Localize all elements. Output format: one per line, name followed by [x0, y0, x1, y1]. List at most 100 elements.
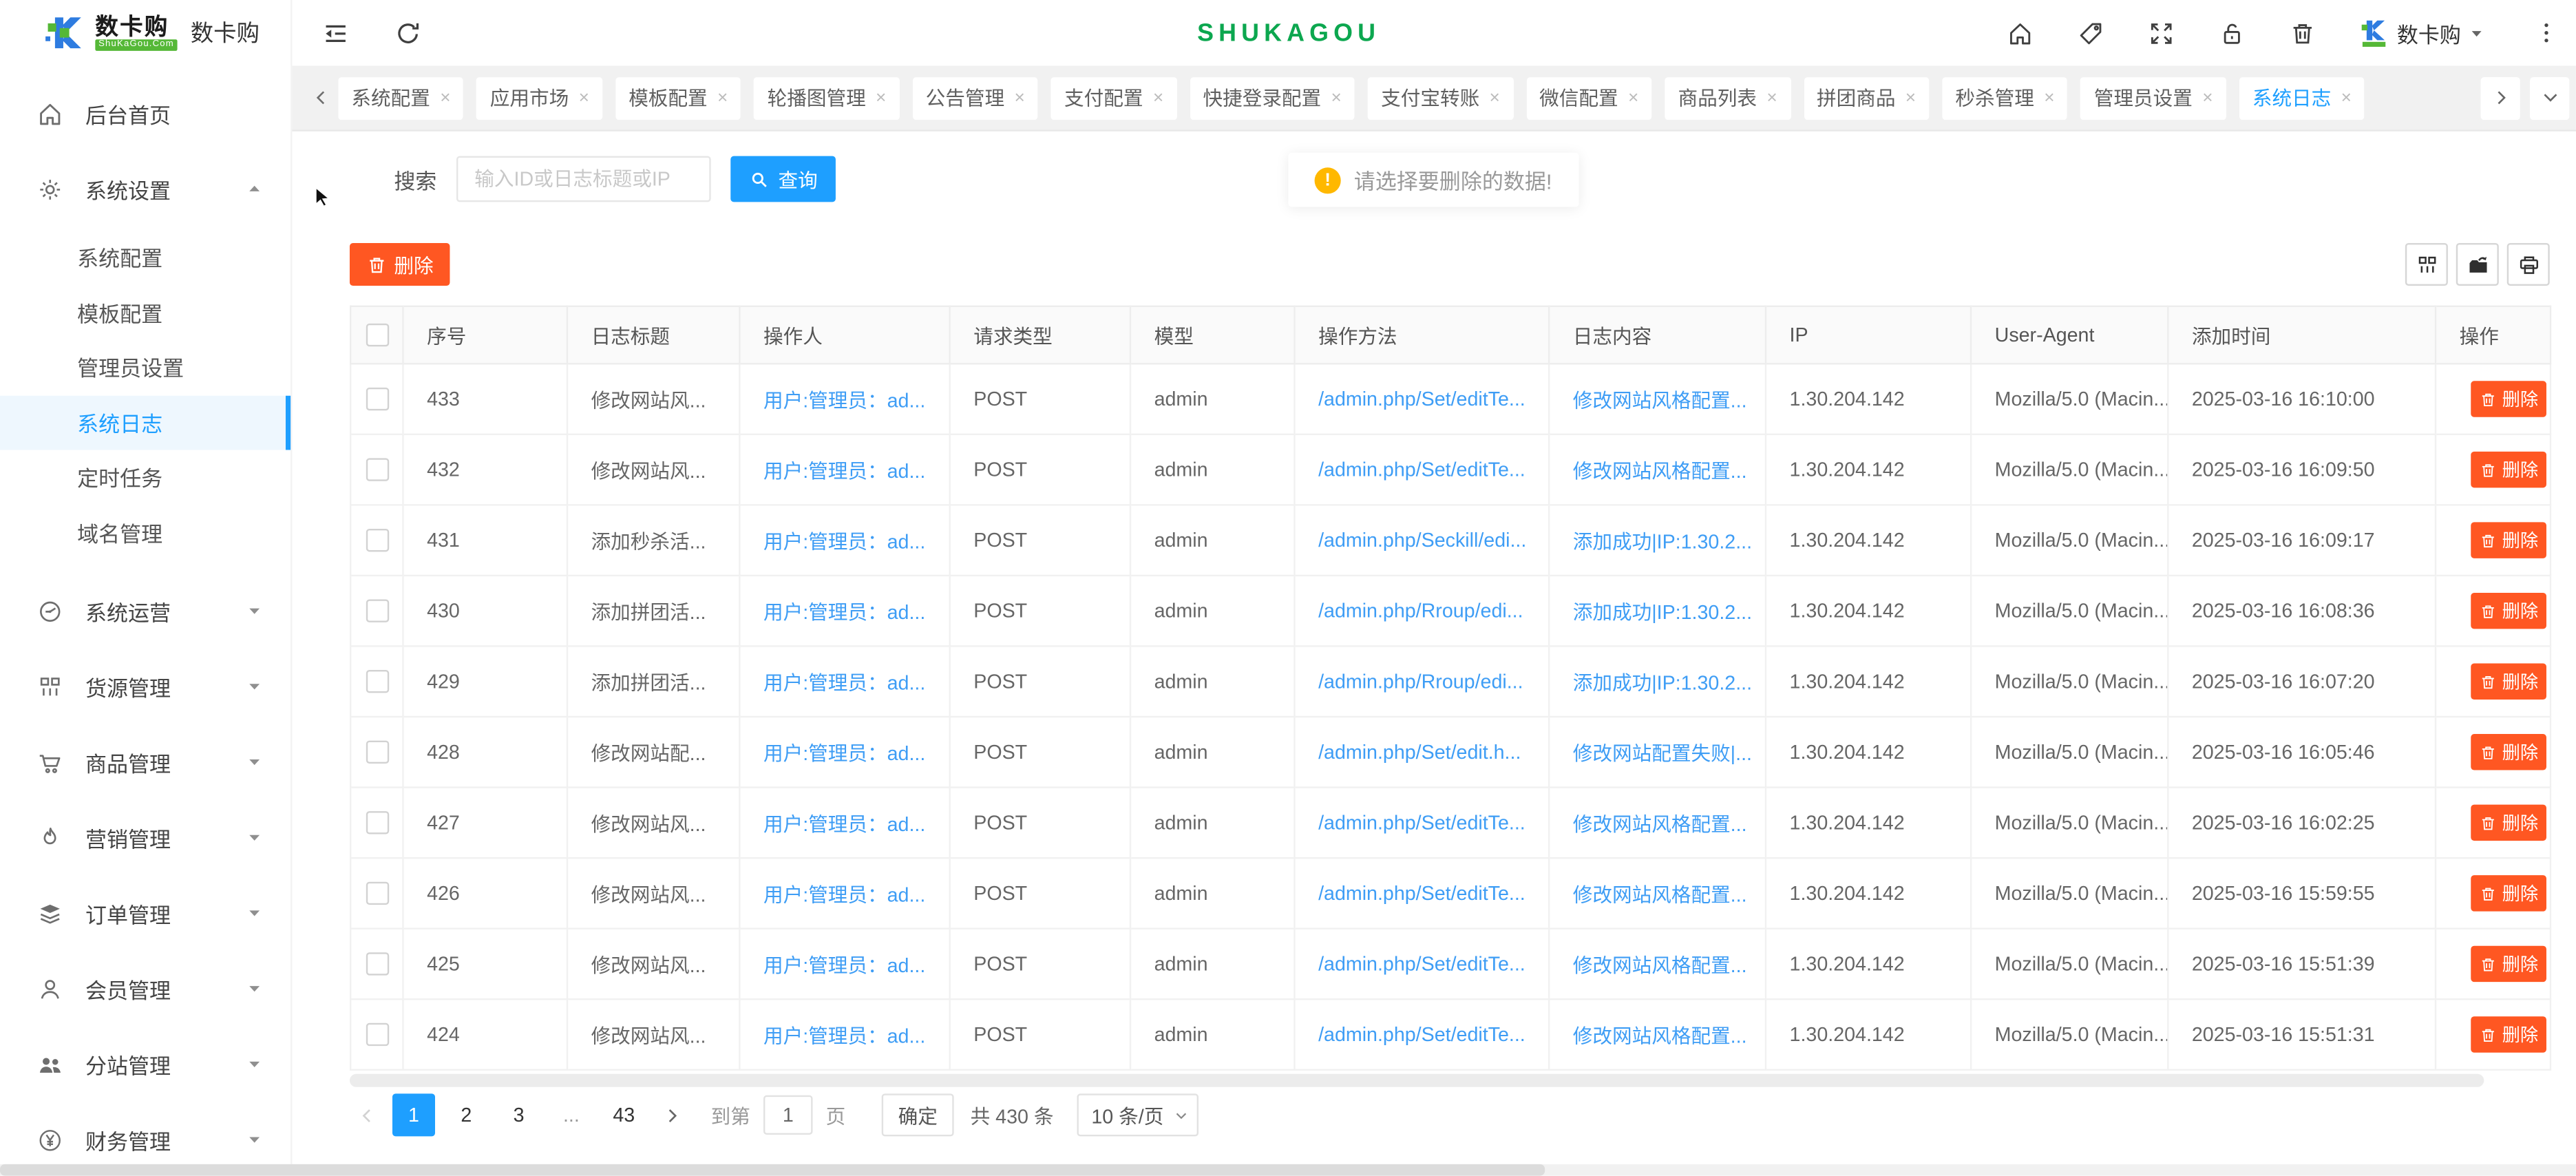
close-icon[interactable]: ×	[440, 88, 450, 108]
method-link[interactable]: /admin.php/Set/editTe...	[1318, 882, 1525, 905]
close-icon[interactable]: ×	[2341, 88, 2352, 108]
per-page-select[interactable]: 10 条/页	[1077, 1093, 1199, 1136]
page-next-icon[interactable]	[655, 1093, 688, 1136]
tab-快捷登录配置[interactable]: 快捷登录配置×	[1190, 76, 1355, 119]
goto-confirm-button[interactable]: 确定	[882, 1093, 954, 1136]
row-checkbox[interactable]	[366, 812, 388, 834]
tab-系统配置[interactable]: 系统配置×	[338, 76, 463, 119]
close-icon[interactable]: ×	[876, 88, 886, 108]
sidebar-item-system-settings[interactable]: 系统设置	[0, 151, 291, 227]
sidebar-subitem-域名管理[interactable]: 域名管理	[0, 505, 291, 560]
sidebar-item-system-operation[interactable]: 系统运营	[0, 573, 291, 649]
row-checkbox[interactable]	[366, 953, 388, 976]
tab-商品列表[interactable]: 商品列表×	[1665, 76, 1790, 119]
method-link[interactable]: /admin.php/Rroup/edi...	[1318, 670, 1523, 693]
row-delete-button[interactable]: 删除	[2471, 946, 2546, 982]
page-number-3[interactable]: 3	[498, 1093, 540, 1136]
row-checkbox[interactable]	[366, 529, 388, 552]
tab-应用市场[interactable]: 应用市场×	[477, 76, 602, 119]
row-checkbox[interactable]	[366, 459, 388, 481]
tab-轮播图管理[interactable]: 轮播图管理×	[754, 76, 900, 119]
sidebar-item-order-management[interactable]: 订单管理	[0, 875, 291, 951]
method-link[interactable]: /admin.php/Set/editTe...	[1318, 1023, 1525, 1046]
operator-link[interactable]: 用户:管理员：ad...	[763, 671, 925, 693]
user-menu[interactable]: 数卡购	[2359, 17, 2484, 48]
content-link[interactable]: 修改网站配置失败|...	[1573, 742, 1752, 764]
page-prev-icon[interactable]	[350, 1093, 383, 1136]
sidebar-item-goods-management[interactable]: 商品管理	[0, 724, 291, 800]
close-icon[interactable]: ×	[1905, 88, 1916, 108]
sidebar-subitem-管理员设置[interactable]: 管理员设置	[0, 340, 291, 395]
method-link[interactable]: /admin.php/Set/editTe...	[1318, 952, 1525, 975]
row-checkbox[interactable]	[366, 883, 388, 905]
operator-link[interactable]: 用户:管理员：ad...	[763, 388, 925, 411]
sidebar-item-substation-management[interactable]: 分站管理	[0, 1027, 291, 1102]
logo[interactable]: 数卡购 ShuKaGou.Com 数卡购	[0, 0, 291, 65]
content-link[interactable]: 添加成功|IP:1.30.2...	[1573, 600, 1752, 623]
sidebar-subitem-模板配置[interactable]: 模板配置	[0, 285, 291, 340]
tabs-scroll-right-icon[interactable]	[2481, 76, 2520, 119]
close-icon[interactable]: ×	[2202, 88, 2213, 108]
content-link[interactable]: 修改网站风格配置...	[1573, 1024, 1747, 1047]
method-link[interactable]: /admin.php/Set/editTe...	[1318, 811, 1525, 834]
row-checkbox[interactable]	[366, 600, 388, 622]
content-link[interactable]: 修改网站风格配置...	[1573, 388, 1747, 411]
row-delete-button[interactable]: 删除	[2471, 734, 2546, 770]
tab-支付配置[interactable]: 支付配置×	[1051, 76, 1176, 119]
close-icon[interactable]: ×	[579, 88, 589, 108]
row-checkbox[interactable]	[366, 671, 388, 693]
method-link[interactable]: /admin.php/Rroup/edi...	[1318, 599, 1523, 622]
row-delete-button[interactable]: 删除	[2471, 1016, 2546, 1052]
row-checkbox[interactable]	[366, 1024, 388, 1047]
method-link[interactable]: /admin.php/Set/editTe...	[1318, 458, 1525, 481]
row-delete-button[interactable]: 删除	[2471, 522, 2546, 558]
unlock-icon[interactable]	[2218, 19, 2246, 47]
tab-公告管理[interactable]: 公告管理×	[913, 76, 1038, 119]
row-delete-button[interactable]: 删除	[2471, 452, 2546, 487]
tab-支付宝转账[interactable]: 支付宝转账×	[1368, 76, 1513, 119]
fullscreen-icon[interactable]	[2147, 19, 2175, 47]
export-button[interactable]	[2456, 243, 2499, 286]
close-icon[interactable]: ×	[2044, 88, 2054, 108]
sidebar-subitem-系统配置[interactable]: 系统配置	[0, 230, 291, 285]
close-icon[interactable]: ×	[1153, 88, 1163, 108]
close-icon[interactable]: ×	[1766, 88, 1777, 108]
operator-link[interactable]: 用户:管理员：ad...	[763, 529, 925, 552]
operator-link[interactable]: 用户:管理员：ad...	[763, 883, 925, 905]
method-link[interactable]: /admin.php/Set/edit.h...	[1318, 741, 1521, 764]
content-link[interactable]: 添加成功|IP:1.30.2...	[1573, 529, 1752, 552]
sidebar-item-marketing-management[interactable]: 营销管理	[0, 799, 291, 875]
search-input[interactable]	[456, 156, 711, 202]
operator-link[interactable]: 用户:管理员：ad...	[763, 812, 925, 834]
tab-秒杀管理[interactable]: 秒杀管理×	[1942, 76, 2067, 119]
content-link[interactable]: 修改网站风格配置...	[1573, 812, 1747, 834]
close-icon[interactable]: ×	[1490, 88, 1500, 108]
tab-管理员设置[interactable]: 管理员设置×	[2081, 76, 2226, 119]
print-button[interactable]	[2507, 243, 2550, 286]
content-link[interactable]: 修改网站风格配置...	[1573, 953, 1747, 976]
row-delete-button[interactable]: 删除	[2471, 875, 2546, 911]
refresh-icon[interactable]	[394, 19, 422, 47]
page-number-1[interactable]: 1	[392, 1093, 435, 1136]
close-icon[interactable]: ×	[1014, 88, 1024, 108]
content-link[interactable]: 修改网站风格配置...	[1573, 883, 1747, 905]
collapse-icon[interactable]	[321, 19, 350, 47]
sidebar-item-member-management[interactable]: 会员管理	[0, 951, 291, 1027]
sidebar-item-supply-management[interactable]: 货源管理	[0, 649, 291, 724]
operator-link[interactable]: 用户:管理员：ad...	[763, 1024, 925, 1047]
row-delete-button[interactable]: 删除	[2471, 381, 2546, 417]
tab-微信配置[interactable]: 微信配置×	[1526, 76, 1651, 119]
sidebar-item-dashboard[interactable]: 后台首页	[0, 76, 291, 151]
trash-icon[interactable]	[2289, 19, 2317, 47]
close-icon[interactable]: ×	[717, 88, 728, 108]
content-link[interactable]: 修改网站风格配置...	[1573, 459, 1747, 482]
sidebar-subitem-系统日志[interactable]: 系统日志	[0, 395, 291, 450]
row-delete-button[interactable]: 删除	[2471, 805, 2546, 841]
tab-模板配置[interactable]: 模板配置×	[615, 76, 741, 119]
row-checkbox[interactable]	[366, 388, 388, 411]
tabs-scroll-left-icon[interactable]	[302, 76, 338, 119]
operator-link[interactable]: 用户:管理员：ad...	[763, 742, 925, 764]
page-horizontal-scrollbar[interactable]	[0, 1164, 2576, 1176]
content-link[interactable]: 添加成功|IP:1.30.2...	[1573, 671, 1752, 693]
tab-系统日志[interactable]: 系统日志×	[2239, 76, 2365, 119]
